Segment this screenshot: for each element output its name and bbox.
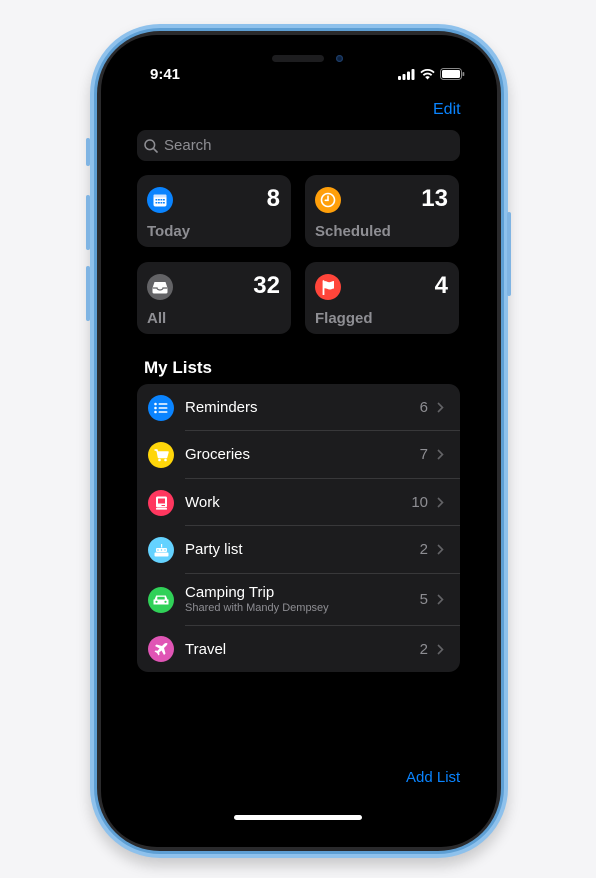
list-count: 10 [411,494,428,511]
list-item-groceries[interactable]: Groceries 7 [137,431,460,479]
list-name: Groceries [185,446,251,463]
battery-icon [440,68,465,80]
chevron-right-icon [437,644,444,655]
list-item-travel[interactable]: Travel 2 [137,626,460,672]
list-item-reminders[interactable]: Reminders 6 [137,384,460,431]
desktop-icon [148,490,174,516]
list-item-camping-trip[interactable]: Camping Trip Shared with Mandy Dempsey 5 [137,574,460,626]
wifi-icon [420,68,435,79]
list-item-work[interactable]: Work 10 [137,479,460,526]
smart-list-flagged[interactable]: 4 Flagged [305,262,459,334]
my-lists-heading: My Lists [144,358,213,377]
list-count: 7 [419,446,428,463]
tray-icon [147,274,173,300]
mute-switch [86,138,90,166]
status-time: 9:41 [150,66,181,83]
today-label: Today [147,223,191,240]
search-input[interactable]: Search [137,130,460,161]
scheduled-label: Scheduled [315,223,391,240]
calendar-icon [147,187,173,213]
smart-list-scheduled[interactable]: 13 Scheduled [305,175,459,247]
list-name: Travel [185,641,227,658]
chevron-right-icon [437,594,444,605]
clock-icon [315,187,341,213]
edit-button[interactable]: Edit [433,101,461,119]
list-count: 5 [419,591,428,608]
chevron-right-icon [437,402,444,413]
add-list-button[interactable]: Add List [406,769,460,786]
search-icon [144,138,158,153]
list-count: 2 [419,641,428,658]
scheduled-count: 13 [421,185,448,212]
today-count: 8 [266,185,280,212]
smart-list-all[interactable]: 32 All [137,262,291,334]
list-bullet-icon [148,395,174,421]
chevron-right-icon [437,449,444,460]
chevron-right-icon [437,497,444,508]
side-button [507,212,511,296]
flagged-label: Flagged [315,310,373,327]
flagged-count: 4 [434,272,448,299]
car-icon [148,587,174,613]
front-camera [336,55,343,62]
smart-list-today[interactable]: 8 Today [137,175,291,247]
volume-down-button [86,266,90,321]
list-name: Camping Trip [185,584,275,601]
search-placeholder: Search [164,137,212,154]
airplane-icon [148,636,174,662]
list-name: Work [185,494,220,511]
all-label: All [147,310,167,327]
signal-icon [398,68,415,80]
list-name: Party list [185,541,243,558]
chevron-right-icon [437,544,444,555]
list-item-party-list[interactable]: Party list 2 [137,526,460,574]
list-count: 6 [419,399,428,416]
list-name: Reminders [185,399,258,416]
list-count: 2 [419,541,428,558]
status-icons [398,68,465,80]
cart-icon [148,442,174,468]
all-count: 32 [253,272,280,299]
flag-icon [315,274,341,300]
earpiece-speaker [272,55,324,62]
home-indicator[interactable] [234,815,362,820]
list-shared-subtitle: Shared with Mandy Dempsey [185,602,329,614]
volume-up-button [86,195,90,250]
my-lists-group: Reminders 6 Groceries 7 Work 10 Party li… [137,384,460,672]
cake-icon [148,537,174,563]
